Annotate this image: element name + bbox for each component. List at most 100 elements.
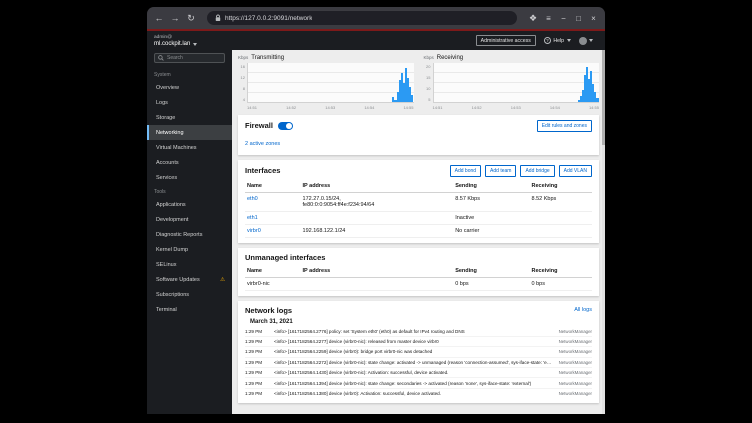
y-tick-label: 12 (241, 75, 245, 80)
all-logs-link[interactable]: All logs (574, 307, 592, 313)
log-entry[interactable]: 1:29 PM<info> [1617182564.2272] device (… (245, 357, 592, 367)
session-menu[interactable] (579, 37, 594, 45)
graph-bar (411, 95, 413, 102)
sidebar-item-label: Diagnostic Reports (156, 232, 225, 238)
add-vlan-button[interactable]: Add VLAN (559, 165, 592, 177)
log-entry[interactable]: 1:29 PM<info> [1617182564.2277] device (… (245, 336, 592, 346)
sidebar-item-storage[interactable]: Storage (147, 110, 232, 125)
log-source: NetworkManager (559, 349, 592, 354)
column-header: Receiving (530, 180, 592, 193)
table-row: eth0172.27.0.15/24, fe80:0:0:9054:ff4e:f… (245, 192, 592, 211)
scrollbar[interactable] (602, 50, 605, 414)
sidebar-item-label: Terminal (156, 307, 225, 313)
close-button[interactable]: × (588, 14, 599, 23)
x-tick-label: 14:55 (589, 105, 599, 110)
add-bridge-button[interactable]: Add bridge (520, 165, 554, 177)
sidebar-item-label: Overview (156, 85, 225, 91)
sidebar-item-accounts[interactable]: Accounts (147, 155, 232, 170)
interface-name[interactable]: eth0 (245, 192, 301, 211)
scrollbar-thumb[interactable] (602, 50, 605, 145)
active-zones-link[interactable]: 2 active zones (245, 141, 280, 147)
sidebar-item-kernel-dump[interactable]: Kernel Dump (147, 242, 232, 257)
sidebar-item-overview[interactable]: Overview (147, 80, 232, 95)
log-entry[interactable]: 1:29 PM<info> [1617182564.1394] device (… (245, 377, 592, 387)
sidebar-item-software-updates[interactable]: Software Updates⚠ (147, 272, 232, 287)
log-time: 1:29 PM (245, 370, 269, 375)
log-date-heading: March 31, 2021 (245, 319, 592, 325)
graph-y-axis: 161284 (238, 63, 247, 103)
help-label: Help (553, 38, 564, 44)
column-header: IP address (301, 180, 454, 193)
x-tick-label: 14:52 (286, 105, 296, 110)
column-header: Receiving (530, 265, 592, 278)
sidebar-item-diagnostic-reports[interactable]: Diagnostic Reports (147, 227, 232, 242)
x-tick-label: 14:53 (325, 105, 335, 110)
user-menu[interactable]: admin@ ml.cockpit.lan (147, 31, 232, 50)
sidebar-item-networking[interactable]: Networking (147, 125, 232, 140)
sidebar-item-services[interactable]: Services (147, 170, 232, 185)
sidebar-nav: System Overview Logs Storage NetworkingVirtu… (147, 65, 232, 414)
sidebar-item-label: SELinux (156, 262, 225, 268)
table-row: virbr0192.168.122.1/24No carrier (245, 224, 592, 237)
x-tick-label: 14:54 (550, 105, 560, 110)
sidebar-item-applications[interactable]: Applications (147, 197, 232, 212)
log-entries: 1:29 PM <info> [1617182564.2776] policy: … (245, 327, 592, 399)
avatar (579, 37, 587, 45)
back-button[interactable]: ← (153, 14, 165, 23)
table-cell: Inactive (453, 211, 529, 224)
log-message: <info> [1617182564.2776] policy: set 'Sy… (274, 329, 554, 334)
search-icon (158, 55, 164, 61)
x-tick-label: 14:52 (472, 105, 482, 110)
log-entry[interactable]: 1:29 PM<info> [1617182564.1380] device (… (245, 388, 592, 398)
table-row: eth1 Inactive (245, 211, 592, 224)
y-tick-label: 16 (241, 64, 245, 69)
forward-button[interactable]: → (169, 14, 181, 23)
help-menu[interactable]: ? Help (544, 37, 571, 44)
interface-name[interactable]: eth1 (245, 211, 301, 224)
sidebar-item-logs[interactable]: Logs (147, 95, 232, 110)
add-bond-button[interactable]: Add bond (450, 165, 481, 177)
log-time: 1:29 PM (245, 329, 269, 334)
extensions-icon[interactable]: ❖ (527, 14, 539, 23)
add-team-button[interactable]: Add team (485, 165, 516, 177)
log-message: <info> [1617182564.2272] device (virbr0-… (274, 360, 554, 365)
unmanaged-interfaces-title: Unmanaged interfaces (245, 253, 325, 262)
chevron-down-icon (193, 43, 197, 46)
log-message: <info> [1617182564.1430] device (virbr0-… (274, 370, 554, 375)
sidebar: admin@ ml.cockpit.lan Search System Overv… (147, 31, 232, 414)
interface-name[interactable]: virbr0 (245, 224, 301, 237)
sidebar-item-terminal[interactable]: Terminal (147, 302, 232, 317)
graph-x-axis: 14:5114:5214:5314:5414:55 (424, 105, 600, 110)
browser-toolbar: ← → ↻ https://127.0.0.2:9091/network ❖ ≡… (147, 7, 605, 29)
table-cell (530, 224, 592, 237)
sidebar-item-virtual-machines[interactable]: Virtual Machines (147, 140, 232, 155)
log-entry[interactable]: 1:29 PM <info> [1617182564.2776] policy: … (245, 327, 592, 336)
firewall-toggle[interactable] (278, 122, 293, 130)
column-header: Name (245, 265, 301, 278)
url-bar[interactable]: https://127.0.0.2:9091/network (207, 11, 517, 25)
log-time: 1:29 PM (245, 349, 269, 354)
sidebar-item-subscriptions[interactable]: Subscriptions (147, 287, 232, 302)
log-time: 1:29 PM (245, 391, 269, 396)
edit-rules-and-zones-button[interactable]: Edit rules and zones (537, 120, 592, 132)
table-row: virbr0-nic0 bps0 bps (245, 277, 592, 290)
column-header: Name (245, 180, 301, 193)
log-source: NetworkManager (559, 370, 592, 375)
minimize-button[interactable]: − (558, 14, 569, 23)
hostname: ml.cockpit.lan (154, 41, 190, 47)
sidebar-item-development[interactable]: Development (147, 212, 232, 227)
url-text: https://127.0.0.2:9091/network (225, 15, 312, 22)
sidebar-item-label: Storage (156, 115, 225, 121)
sidebar-item-label: Kernel Dump (156, 247, 225, 253)
menu-button[interactable]: ≡ (543, 14, 554, 23)
log-entry[interactable]: 1:29 PM<info> [1617182564.2259] device (… (245, 346, 592, 356)
browser-window: ← → ↻ https://127.0.0.2:9091/network ❖ ≡… (147, 7, 605, 414)
sidebar-item-selinux[interactable]: SELinux (147, 257, 232, 272)
maximize-button[interactable]: □ (573, 14, 584, 23)
administrative-access-button[interactable]: Administrative access (476, 35, 536, 46)
reload-button[interactable]: ↻ (185, 14, 197, 23)
log-entry[interactable]: 1:29 PM <info> [1617182564.1430] device (… (245, 367, 592, 377)
search-input[interactable]: Search (154, 53, 225, 63)
cockpit-app: admin@ ml.cockpit.lan Search System Overv… (147, 31, 605, 414)
nav-section-system: System (147, 68, 232, 80)
